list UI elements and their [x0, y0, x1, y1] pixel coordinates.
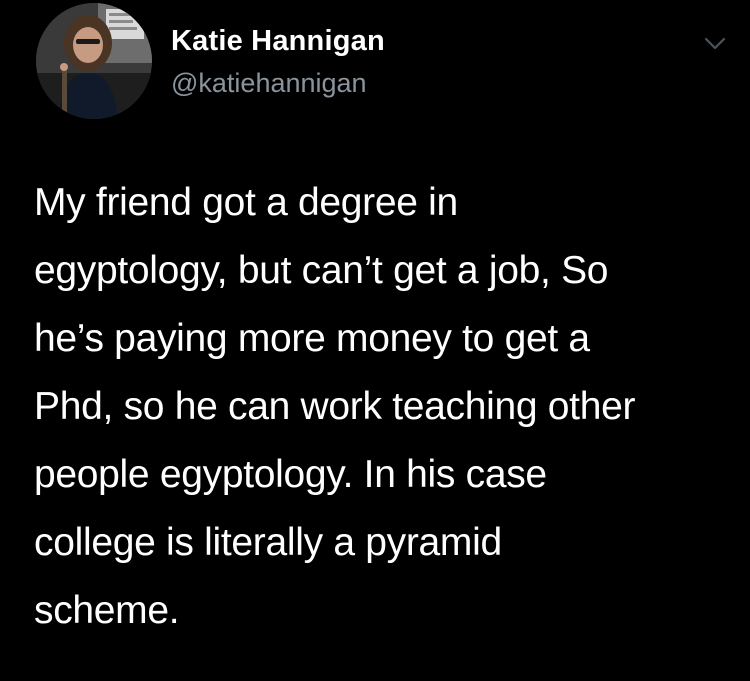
- tweet-text-line: college is literally a pyramid: [34, 521, 502, 564]
- author-display-name[interactable]: Katie Hannigan: [171, 25, 385, 58]
- tweet-text-line: My friend got a degree in: [34, 181, 458, 224]
- tweet-text-line: scheme.: [34, 589, 180, 632]
- profile-photo-icon: [36, 3, 152, 119]
- avatar[interactable]: [36, 3, 152, 119]
- chevron-down-icon[interactable]: [700, 34, 730, 54]
- tweet-card: Katie Hannigan @katiehannigan My friend …: [0, 0, 750, 681]
- tweet-text-line: people egyptology. In his case: [34, 453, 547, 496]
- tweet-text: My friend got a degree in egyptology, bu…: [34, 169, 734, 645]
- author-handle[interactable]: @katiehannigan: [171, 68, 367, 99]
- tweet-text-line: he’s paying more money to get a: [34, 317, 590, 360]
- tweet-text-line: Phd, so he can work teaching other: [34, 385, 636, 428]
- tweet-text-line: egyptology, but can’t get a job, So: [34, 249, 609, 292]
